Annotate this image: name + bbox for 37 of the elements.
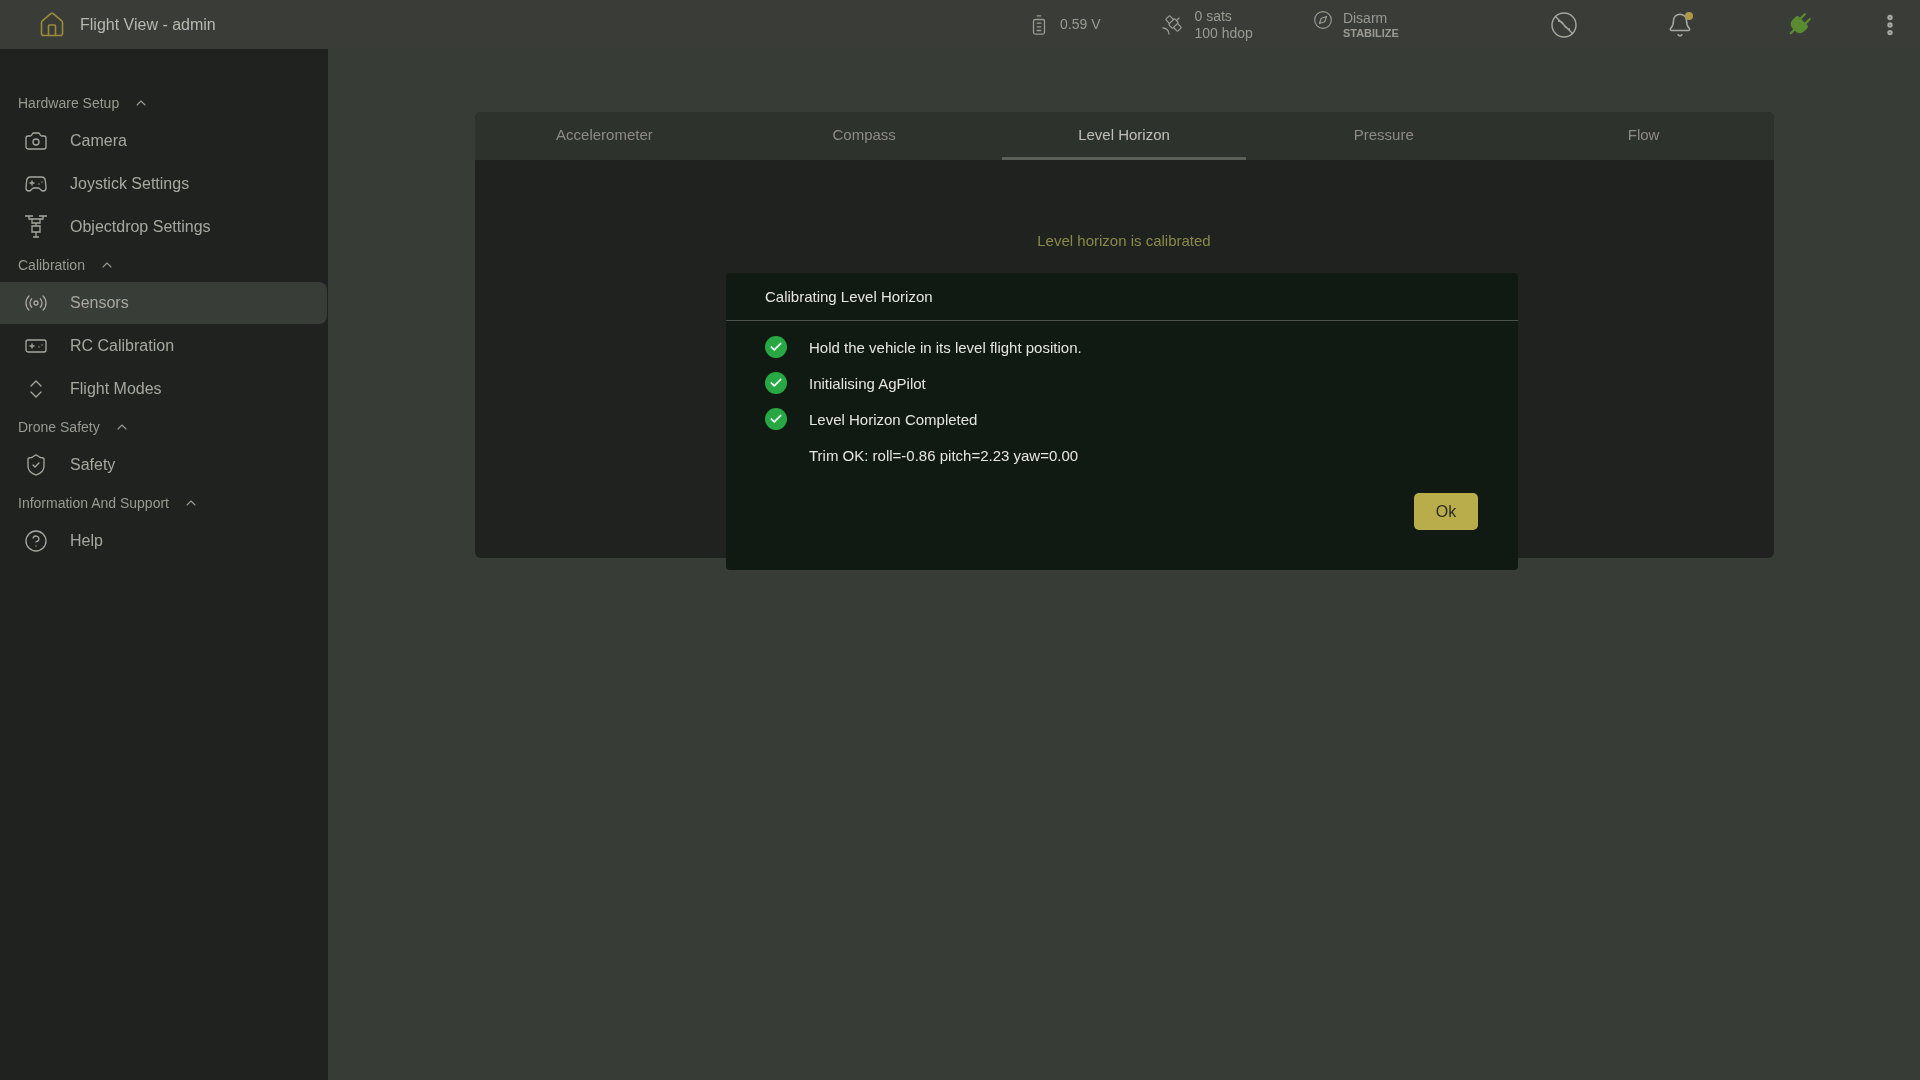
step-text: Level Horizon Completed: [809, 410, 978, 428]
step-text: Trim OK: roll=-0.86 pitch=2.23 yaw=0.00: [809, 446, 1079, 464]
sidebar-item[interactable]: Objectdrop Settings: [0, 206, 327, 248]
app-title: Flight View - admin: [80, 15, 216, 34]
sidebar-item[interactable]: Help: [0, 520, 327, 562]
tab[interactable]: Flow: [1521, 112, 1766, 160]
shield-check-icon: [24, 453, 48, 477]
status-message: Level horizon is calibrated: [1036, 232, 1212, 249]
sidebar-section-header[interactable]: Calibration: [0, 249, 133, 281]
step-text: Initialising AgPilot: [809, 374, 926, 392]
help-icon: [24, 529, 48, 553]
compass-icon: [1312, 10, 1333, 30]
drone-icon: [24, 214, 48, 240]
step-text: Hold the vehicle in its level flight position.: [809, 338, 1082, 356]
sidebar-item[interactable]: Joystick Settings: [0, 163, 327, 205]
sidebar-item[interactable]: Safety: [0, 444, 327, 486]
satellite-count: 0 sats: [1194, 7, 1233, 25]
sidebar-item[interactable]: Sensors: [0, 282, 327, 324]
arm-state: Disarm: [1342, 10, 1389, 27]
sidebar-section-header[interactable]: Hardware Setup: [0, 87, 168, 119]
sidebar-item[interactable]: RC Calibration: [0, 325, 327, 367]
home-icon[interactable]: [38, 10, 66, 39]
satellite-icon: [1160, 12, 1185, 37]
tab[interactable]: Pressure: [1261, 112, 1506, 160]
sidebar-item[interactable]: Flight Modes: [0, 368, 327, 410]
voltage-reading: 0.59 V: [1060, 16, 1101, 33]
tab[interactable]: Compass: [742, 112, 987, 160]
ok-button[interactable]: Ok: [1414, 493, 1478, 530]
tab[interactable]: Level Horizon: [1002, 112, 1246, 160]
sidebar-item[interactable]: Camera: [0, 120, 327, 162]
sidebar-section-header[interactable]: Information And Support: [0, 487, 217, 519]
tab[interactable]: Accelerometer: [482, 112, 727, 160]
flight-mode: STABILIZE: [1342, 27, 1399, 39]
sidebar-section-header[interactable]: Drone Safety: [0, 411, 148, 443]
hdop-reading: 100 hdop: [1194, 24, 1253, 42]
dialog-title: Calibrating Level Horizon: [726, 273, 1518, 321]
camera-icon: [24, 129, 48, 153]
